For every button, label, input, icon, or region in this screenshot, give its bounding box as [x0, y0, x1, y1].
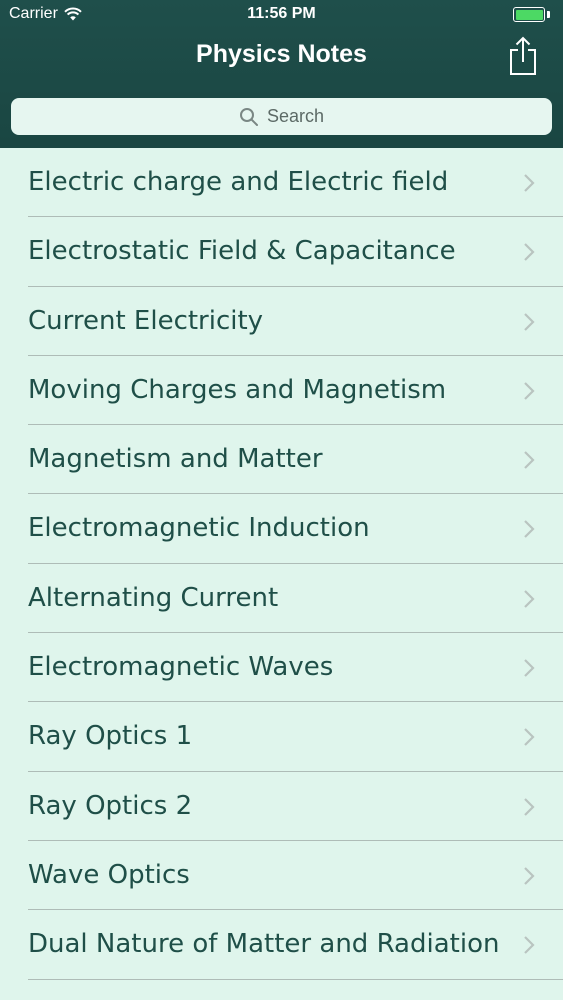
status-time: 11:56 PM [247, 5, 316, 22]
list-item[interactable]: Dual Nature of Matter and Radiation [0, 910, 563, 980]
list-item[interactable]: Current Electricity [0, 287, 563, 356]
list-item[interactable]: Magnetism and Matter [0, 425, 563, 495]
search-icon [239, 107, 258, 126]
topic-list: Electric charge and Electric field Electr… [0, 148, 563, 980]
list-item[interactable]: Electromagnetic Waves [0, 633, 563, 703]
list-item-label: Electrostatic Field & Capacitance [28, 236, 456, 267]
list-item[interactable]: Ray Optics 2 [0, 772, 563, 841]
battery-tip [547, 11, 550, 18]
chevron-right-icon [524, 174, 535, 192]
battery-level [515, 9, 543, 20]
chevron-right-icon [524, 451, 535, 469]
chevron-right-icon [524, 243, 535, 262]
battery-icon [513, 7, 545, 22]
list-item[interactable]: Electromagnetic Induction [0, 494, 563, 564]
chevron-right-icon [524, 867, 535, 885]
list-item-label: Wave Optics [28, 859, 190, 890]
list-item-label: Moving Charges and Magnetism [28, 374, 447, 405]
chevron-right-icon [524, 312, 535, 331]
list-item-label: Magnetism and Matter [28, 444, 323, 475]
list-item-label: Dual Nature of Matter and Radiation [28, 929, 500, 960]
status-bar: Carrier 11:56 PM [0, 0, 563, 30]
list-item-label: Alternating Current [28, 582, 279, 613]
list-item[interactable]: Electrostatic Field & Capacitance [0, 217, 563, 287]
search-input[interactable]: Search [11, 98, 552, 135]
list-item[interactable]: Moving Charges and Magnetism [0, 356, 563, 426]
list-item[interactable]: Wave Optics [0, 841, 563, 911]
chevron-right-icon [524, 659, 535, 677]
list-item-label: Ray Optics 2 [28, 790, 193, 821]
page-title: Physics Notes [196, 40, 367, 68]
chevron-right-icon [524, 728, 535, 747]
search-placeholder: Search [266, 106, 325, 126]
chevron-right-icon [524, 382, 535, 400]
row-separator [28, 978, 563, 980]
list-item-label: Electric charge and Electric field [28, 167, 449, 197]
chevron-right-icon [524, 797, 535, 816]
chevron-right-icon [524, 520, 535, 539]
list-item-label: Electromagnetic Waves [28, 652, 334, 683]
navigation-header: Carrier 11:56 PM Physics Notes Search [0, 0, 563, 148]
share-icon [510, 36, 536, 75]
share-button[interactable] [503, 34, 543, 78]
chevron-right-icon [524, 590, 535, 608]
list-item[interactable]: Ray Optics 1 [0, 702, 563, 772]
list-item-label: Current Electricity [28, 305, 264, 336]
list-item[interactable]: Electric charge and Electric field [0, 148, 563, 218]
list-item-label: Ray Optics 1 [28, 721, 193, 752]
list-item[interactable]: Alternating Current [0, 564, 563, 634]
list-item-label: Electromagnetic Induction [28, 513, 370, 544]
chevron-right-icon [524, 936, 535, 955]
